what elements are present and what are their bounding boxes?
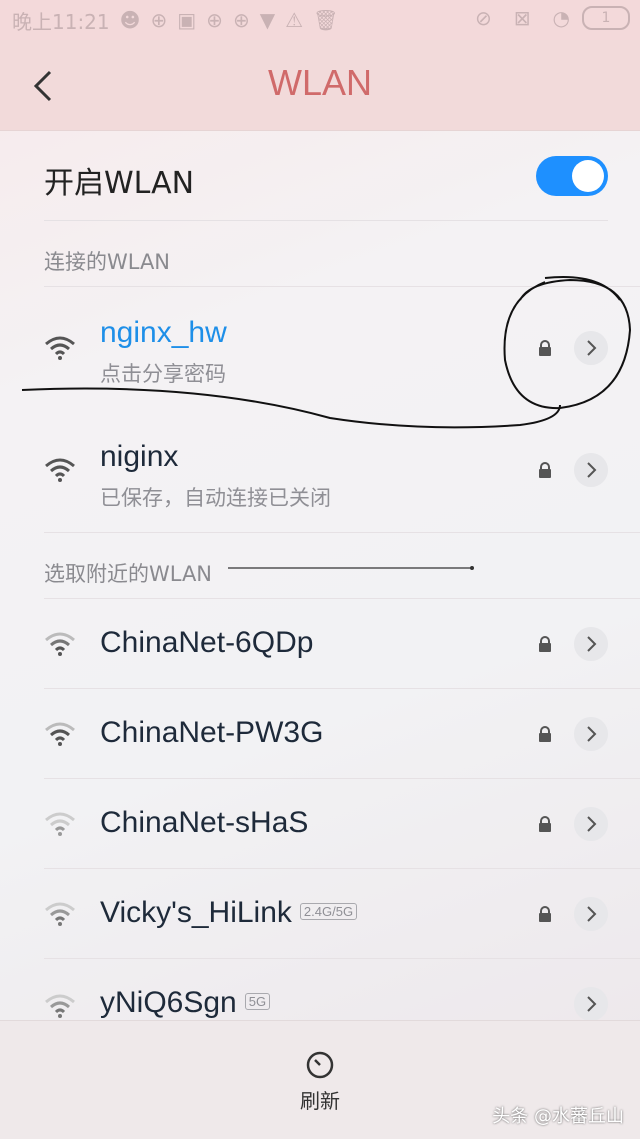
app-icon: ▣ [177, 8, 197, 32]
app-bar: WLAN [0, 40, 640, 131]
chevron-right-icon[interactable] [574, 331, 608, 365]
notification-icon: ☻ [119, 8, 141, 32]
band-badge: 2.4G/5G [299, 903, 358, 920]
network-name: ChinaNet-PW3G [100, 716, 324, 749]
warning-icon: ⚠ [285, 8, 304, 32]
chevron-right-icon[interactable] [574, 807, 608, 841]
plus-circle-icon: ⊕ [232, 8, 250, 32]
lock-icon [539, 462, 551, 478]
plus-circle-icon: ⊕ [150, 8, 168, 32]
network-name-text: yNiQ6Sgn [100, 986, 237, 1019]
switch-knob [572, 160, 604, 192]
lock-icon [539, 636, 551, 652]
divider [44, 598, 640, 599]
network-row-chinanet-6qdp[interactable]: ChinaNet-6QDp [0, 600, 640, 688]
network-name: niginx [100, 440, 179, 473]
refresh-icon[interactable] [304, 1049, 336, 1081]
network-row-niginx[interactable]: niginx 已保存，自动连接已关闭 [0, 410, 640, 532]
wlan-toggle-row[interactable]: 开启WLAN [44, 132, 608, 221]
lock-icon [539, 340, 551, 356]
band-badge: 5G [244, 993, 271, 1010]
lock-icon [539, 906, 551, 922]
network-name: ChinaNet-6QDp [100, 626, 314, 659]
wifi-signal-icon [45, 336, 75, 360]
wifi-signal-icon [45, 812, 75, 836]
download-icon: ▼ [259, 8, 276, 32]
network-name: nginx_hw [100, 316, 227, 349]
chevron-right-icon[interactable] [574, 987, 608, 1020]
status-time: 晚上11:21 [12, 9, 110, 34]
sim-off-icon: ⊠ [513, 6, 531, 30]
trash-icon: 🗑 [313, 8, 339, 32]
lock-icon [539, 726, 551, 742]
chevron-right-icon[interactable] [574, 717, 608, 751]
network-row-yniq6sgn[interactable]: yNiQ6Sgn 5G [0, 960, 640, 1020]
section-connected: 连接的WLAN [44, 250, 171, 274]
network-name: yNiQ6Sgn 5G [100, 986, 271, 1020]
lock-icon [539, 816, 551, 832]
network-name-text: Vicky's_HiLink [100, 896, 292, 929]
status-bar: 晚上11:21 ☻ ⊕ ▣ ⊕ ⊕ ▼ ⚠ 🗑 ⊘ ⊠ ◔ 1 [0, 0, 640, 40]
section-nearby: 选取附近的WLAN [44, 562, 213, 586]
wifi-signal-icon [45, 458, 75, 482]
network-name: ChinaNet-sHaS [100, 806, 309, 839]
wifi-signal-icon [45, 994, 75, 1018]
network-name: Vicky's_HiLink 2.4G/5G [100, 896, 358, 930]
network-row-nginx-hw[interactable]: nginx_hw 点击分享密码 [0, 288, 640, 410]
divider [44, 868, 640, 869]
network-subtitle: 点击分享密码 [100, 362, 226, 386]
chevron-right-icon[interactable] [574, 453, 608, 487]
wlan-switch[interactable] [536, 156, 608, 196]
wlan-toggle-label: 开启WLAN [44, 166, 195, 201]
divider [44, 958, 640, 959]
divider [44, 778, 640, 779]
chevron-right-icon[interactable] [574, 627, 608, 661]
divider [44, 688, 640, 689]
mute-icon: ⊘ [475, 6, 492, 30]
wifi-status-icon: ◔ [552, 6, 570, 30]
battery-indicator: 1 [582, 6, 630, 30]
wifi-signal-icon [45, 902, 75, 926]
network-subtitle: 已保存，自动连接已关闭 [100, 486, 331, 510]
wifi-signal-icon [45, 632, 75, 656]
page-title: WLAN [267, 62, 372, 103]
network-row-chinanet-shas[interactable]: ChinaNet-sHaS [0, 780, 640, 868]
watermark: 头条 @水蕃丘山 [492, 1106, 624, 1127]
network-row-vickys-hilink[interactable]: Vicky's_HiLink 2.4G/5G [0, 870, 640, 958]
divider [44, 532, 640, 533]
network-row-chinanet-pw3g[interactable]: ChinaNet-PW3G [0, 690, 640, 778]
wifi-signal-icon [45, 722, 75, 746]
chevron-right-icon[interactable] [574, 897, 608, 931]
plus-circle-icon: ⊕ [206, 8, 223, 32]
divider [44, 286, 640, 287]
